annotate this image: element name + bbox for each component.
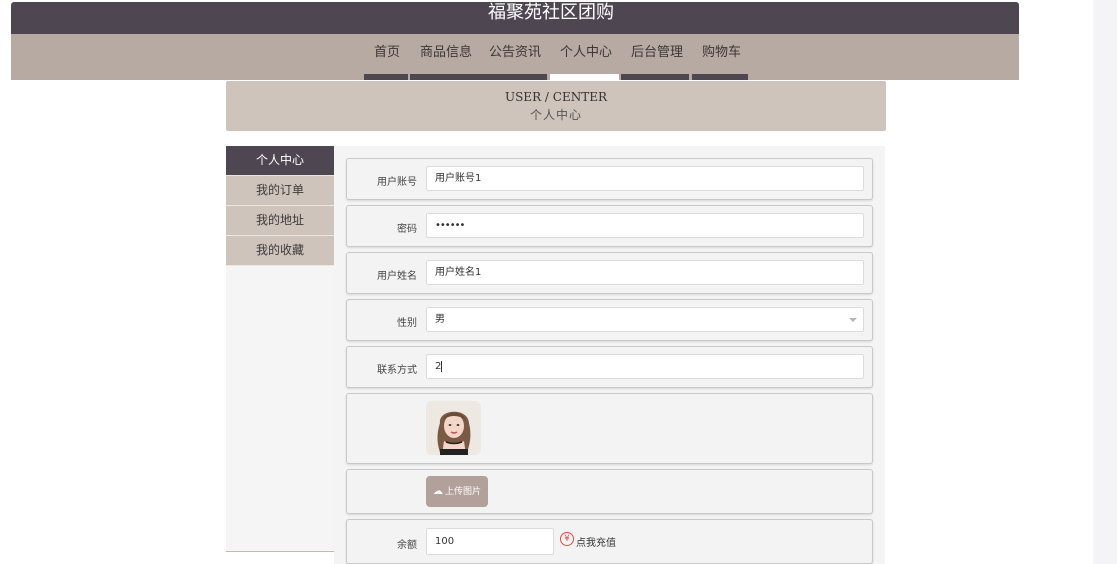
cloud-upload-icon: ☁ [432, 486, 443, 497]
section-banner: USER / CENTER 个人中心 [226, 81, 886, 131]
window-right-edge [1093, 0, 1117, 564]
site-title: 福聚苑社区团购 [488, 2, 614, 23]
banner-title-cn: 个人中心 [529, 108, 582, 122]
form-row-balance: 余额 100 ¥ 点我充值 [346, 519, 873, 564]
gender-label: 性别 [397, 318, 417, 329]
avatar-image [426, 401, 481, 455]
gender-select-value: 男 [435, 314, 445, 325]
side-menu-item-orders[interactable]: 我的订单 [226, 176, 334, 206]
contact-label: 联系方式 [377, 365, 417, 376]
form-row-password: 密码 •••••• [346, 205, 873, 247]
form-row-avatar [346, 393, 873, 464]
account-label: 用户账号 [377, 177, 417, 188]
form-row-contact: 联系方式 2 [346, 346, 873, 388]
yen-icon: ¥ [560, 532, 574, 546]
form-row-name: 用户姓名 用户姓名1 [346, 252, 873, 294]
upload-image-button[interactable]: ☁ 上传图片 [426, 476, 488, 507]
balance-label: 余额 [397, 540, 417, 551]
text-cursor [441, 360, 443, 372]
recharge-link[interactable]: 点我充值 [576, 534, 616, 549]
form-row-account: 用户账号 用户账号1 [346, 158, 873, 200]
nav-item-products[interactable]: 商品信息 [420, 44, 472, 62]
main-nav: 首页 商品信息 公告资讯 个人中心 后台管理 购物车 [11, 34, 1019, 80]
nav-item-cart[interactable]: 购物车 [702, 44, 741, 62]
password-label: 密码 [397, 224, 417, 235]
top-bar: 福聚苑社区团购 [11, 2, 1019, 34]
nav-underline [364, 74, 408, 80]
nav-underline [692, 74, 748, 80]
form-row-upload: ☁ 上传图片 [346, 469, 873, 514]
nav-underline [621, 74, 689, 80]
side-menu-item-user-center[interactable]: 个人中心 [226, 146, 334, 176]
nav-item-home[interactable]: 首页 [374, 44, 400, 62]
side-menu-item-favorites[interactable]: 我的收藏 [226, 236, 334, 266]
nav-underline-active [550, 74, 619, 80]
side-menu-item-address[interactable]: 我的地址 [226, 206, 334, 236]
gender-select[interactable]: 男 [426, 307, 864, 332]
upload-button-label: 上传图片 [444, 487, 481, 497]
nav-item-news[interactable]: 公告资讯 [489, 44, 541, 62]
chevron-down-icon [849, 318, 857, 322]
side-menu: 个人中心 我的订单 我的地址 我的收藏 [226, 146, 334, 552]
name-input[interactable]: 用户姓名1 [426, 260, 864, 285]
nav-item-admin[interactable]: 后台管理 [631, 44, 683, 62]
account-input[interactable]: 用户账号1 [426, 166, 864, 191]
profile-form: 用户账号 用户账号1 密码 •••••• 用户姓名 用户姓名1 性别 男 联系方… [334, 146, 885, 564]
nav-item-user-center[interactable]: 个人中心 [560, 44, 612, 62]
balance-input[interactable]: 100 [426, 528, 554, 555]
contact-input[interactable]: 2 [426, 354, 864, 379]
password-input[interactable]: •••••• [426, 213, 864, 238]
form-row-gender: 性别 男 [346, 299, 873, 341]
name-label: 用户姓名 [377, 271, 417, 282]
nav-underline [410, 74, 547, 80]
banner-title-en: USER / CENTER [504, 90, 608, 104]
